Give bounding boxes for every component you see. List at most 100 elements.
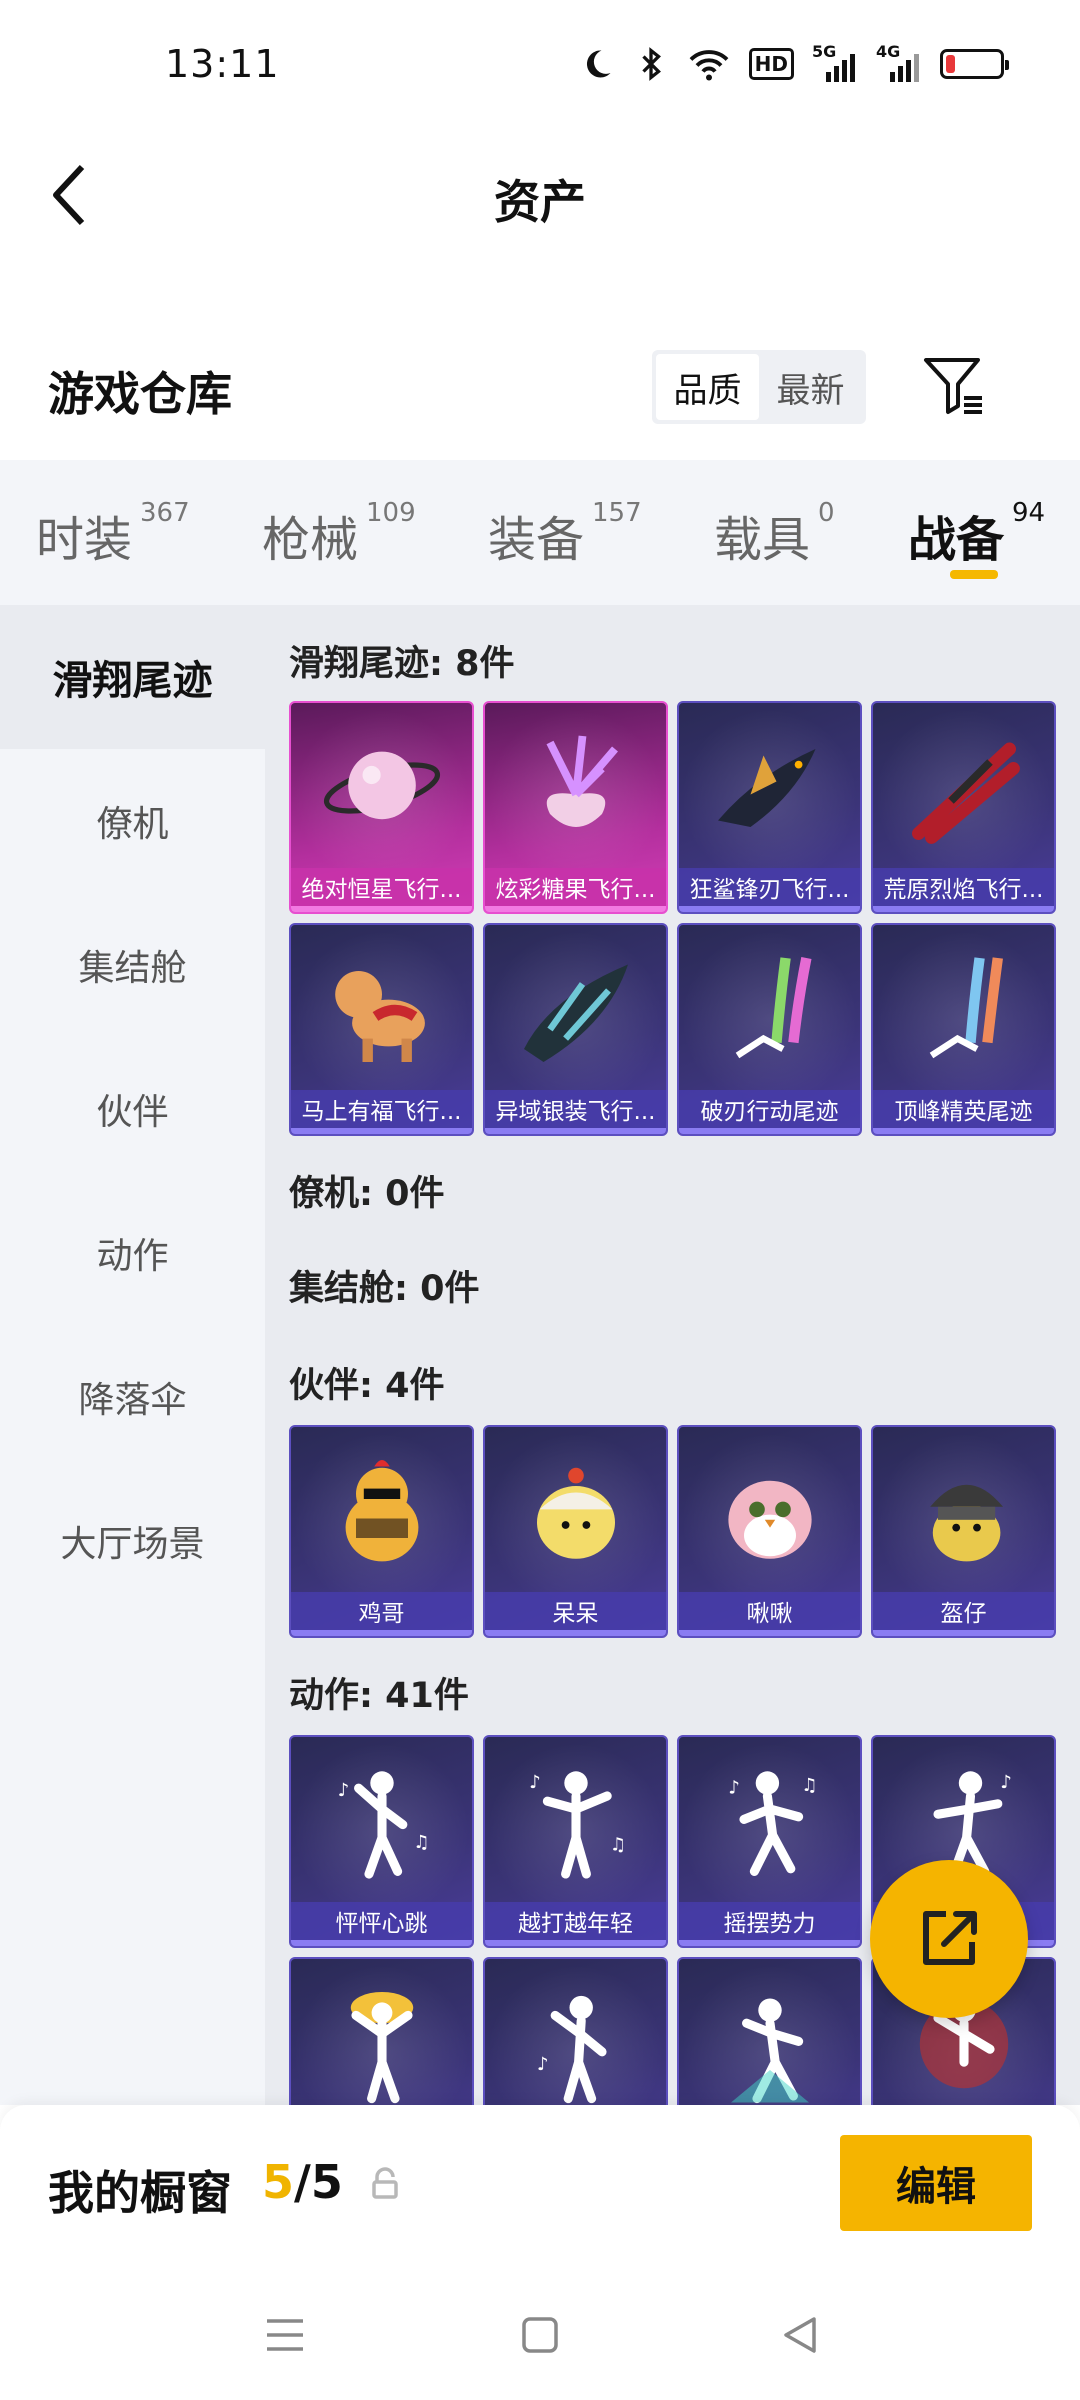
helmet-chick-companion-image bbox=[873, 1437, 1054, 1587]
tab-equipment[interactable]: 装备 157 bbox=[488, 498, 642, 570]
sort-newest-button[interactable]: 最新 bbox=[759, 354, 862, 420]
item-card[interactable]: 异域银装飞行... bbox=[483, 923, 668, 1136]
dance-figure-image: ♪ bbox=[485, 1969, 666, 2105]
item-card[interactable]: 盔仔 bbox=[871, 1425, 1056, 1638]
item-card[interactable]: ♪ ♫ 怦怦心跳 bbox=[289, 1735, 474, 1948]
tab-vehicles[interactable]: 载具 0 bbox=[714, 498, 835, 570]
group-title-emote: 动作: 41件 bbox=[289, 1676, 469, 1716]
signal-icon-sim1: 5G bbox=[812, 42, 858, 82]
blade-trail-image bbox=[679, 935, 860, 1085]
svg-text:♫: ♫ bbox=[413, 1832, 429, 1853]
back-triangle-icon bbox=[784, 2317, 816, 2353]
warehouse-header: 游戏仓库 品质 最新 bbox=[0, 330, 1080, 450]
warehouse-title: 游戏仓库 bbox=[48, 367, 232, 421]
share-button[interactable] bbox=[870, 1860, 1028, 2018]
dance-figure-image bbox=[291, 1969, 472, 2105]
dance-figure-image bbox=[679, 1969, 860, 2105]
tab-combat-gear[interactable]: 战备 94 bbox=[908, 498, 1045, 570]
menu-nav-button[interactable] bbox=[255, 2305, 315, 2365]
svg-text:♪: ♪ bbox=[337, 1780, 349, 1801]
group-title-pod: 集结舱: 0件 bbox=[289, 1269, 480, 1309]
sidebar-item-emote[interactable]: 动作 bbox=[0, 1181, 265, 1325]
item-card[interactable]: 破刃行动尾迹 bbox=[677, 923, 862, 1136]
item-card[interactable] bbox=[677, 1957, 862, 2105]
group-title-glide: 滑翔尾迹: 8件 bbox=[289, 644, 515, 684]
item-card[interactable]: 啾啾 bbox=[677, 1425, 862, 1638]
moon-icon bbox=[579, 46, 615, 82]
showcase-bar: 我的橱窗 5/5 编辑 bbox=[0, 2105, 1080, 2265]
item-card[interactable]: 狂鲨锋刃飞行... bbox=[677, 701, 862, 914]
rooster-companion-image bbox=[291, 1437, 472, 1587]
item-card[interactable]: 呆呆 bbox=[483, 1425, 668, 1638]
shark-trail-image bbox=[679, 713, 860, 863]
item-card[interactable]: ♪ bbox=[483, 1957, 668, 2105]
showcase-title: 我的橱窗 bbox=[48, 2166, 232, 2220]
glide-grid: 绝对恒星飞行... 炫彩糖果飞行... 狂鲨锋刃飞行... 荒原烈焰飞行... … bbox=[289, 701, 1056, 1136]
svg-text:♪: ♪ bbox=[728, 1777, 740, 1798]
sidebar-item-glide-trail[interactable]: 滑翔尾迹 bbox=[0, 605, 265, 749]
edit-button[interactable]: 编辑 bbox=[840, 2135, 1032, 2231]
hd-icon: HD bbox=[748, 48, 794, 80]
item-card[interactable]: ♪ ♫ 摇摆势力 bbox=[677, 1735, 862, 1948]
item-card[interactable]: 马上有福飞行... bbox=[289, 923, 474, 1136]
candy-trail-image bbox=[485, 713, 666, 863]
tab-guns[interactable]: 枪械 109 bbox=[262, 498, 416, 570]
showcase-count: 5/5 bbox=[262, 2155, 343, 2209]
svg-text:♫: ♫ bbox=[801, 1775, 817, 1796]
filter-icon bbox=[924, 358, 982, 414]
sort-quality-button[interactable]: 品质 bbox=[656, 354, 759, 420]
battery-icon bbox=[940, 49, 1009, 79]
filter-button[interactable] bbox=[920, 352, 988, 420]
group-title-companion: 伙伴: 4件 bbox=[289, 1366, 445, 1406]
bluetooth-icon bbox=[633, 46, 669, 82]
svg-text:♪: ♪ bbox=[529, 1772, 541, 1793]
planet-trail-image bbox=[291, 713, 472, 863]
sidebar-item-wingman[interactable]: 僚机 bbox=[0, 749, 265, 893]
sidebar-item-companion[interactable]: 伙伴 bbox=[0, 1037, 265, 1181]
tab-active-indicator bbox=[950, 570, 998, 579]
status-icons: HD 5G 4G bbox=[579, 42, 1009, 82]
dance-figure-image: ♪ ♫ bbox=[679, 1747, 860, 1897]
category-tabs: 时装 367 枪械 109 装备 157 载具 0 战备 94 bbox=[0, 460, 1080, 605]
elite-trail-image bbox=[873, 935, 1054, 1085]
item-card[interactable]: 鸡哥 bbox=[289, 1425, 474, 1638]
share-external-icon bbox=[923, 1911, 977, 1965]
companion-grid: 鸡哥 呆呆 啾啾 盔仔 bbox=[289, 1425, 1056, 1638]
sidebar-item-parachute[interactable]: 降落伞 bbox=[0, 1325, 265, 1469]
sidebar-item-rally-pod[interactable]: 集结舱 bbox=[0, 893, 265, 1037]
battery-level bbox=[946, 55, 955, 73]
item-card[interactable]: 顶峰精英尾迹 bbox=[871, 923, 1056, 1136]
menu-icon bbox=[267, 2319, 303, 2351]
pink-bird-companion-image bbox=[679, 1437, 860, 1587]
page-title: 资产 bbox=[494, 175, 586, 229]
tab-fashion[interactable]: 时装 367 bbox=[36, 498, 190, 570]
sort-toggle: 品质 最新 bbox=[652, 350, 866, 424]
group-title-wingman: 僚机: 0件 bbox=[289, 1174, 445, 1214]
item-card[interactable]: 绝对恒星飞行... bbox=[289, 701, 474, 914]
item-card[interactable] bbox=[289, 1957, 474, 2105]
lock-icon bbox=[372, 2167, 398, 2199]
svg-text:♫: ♫ bbox=[609, 1835, 625, 1856]
svg-text:♪: ♪ bbox=[537, 2054, 549, 2075]
system-nav-bar bbox=[0, 2265, 1080, 2400]
chick-companion-image bbox=[485, 1437, 666, 1587]
status-time: 13:11 bbox=[165, 42, 280, 86]
horse-trail-image bbox=[291, 935, 472, 1085]
svg-text:♪: ♪ bbox=[1000, 1772, 1012, 1793]
status-bar: 13:11 HD 5G 4G bbox=[0, 0, 1080, 130]
dance-figure-image: ♪ ♫ bbox=[485, 1747, 666, 1897]
item-card[interactable]: ♪ ♫ 越打越年轻 bbox=[483, 1735, 668, 1948]
back-nav-button[interactable] bbox=[770, 2305, 830, 2365]
top-bar: 资产 bbox=[0, 130, 1080, 260]
flame-trail-image bbox=[873, 713, 1054, 863]
wifi-icon bbox=[687, 46, 731, 82]
signal-icon-sim2: 4G bbox=[876, 42, 922, 82]
item-card[interactable]: 荒原烈焰飞行... bbox=[871, 701, 1056, 914]
home-square-icon bbox=[522, 2317, 558, 2353]
item-card[interactable]: 炫彩糖果飞行... bbox=[483, 701, 668, 914]
silver-trail-image bbox=[485, 935, 666, 1085]
dance-figure-image: ♪ ♫ bbox=[291, 1747, 472, 1897]
home-nav-button[interactable] bbox=[510, 2305, 570, 2365]
sidebar: 滑翔尾迹 僚机 集结舱 伙伴 动作 降落伞 大厅场景 bbox=[0, 605, 265, 2105]
sidebar-item-lobby-scene[interactable]: 大厅场景 bbox=[0, 1469, 265, 1613]
